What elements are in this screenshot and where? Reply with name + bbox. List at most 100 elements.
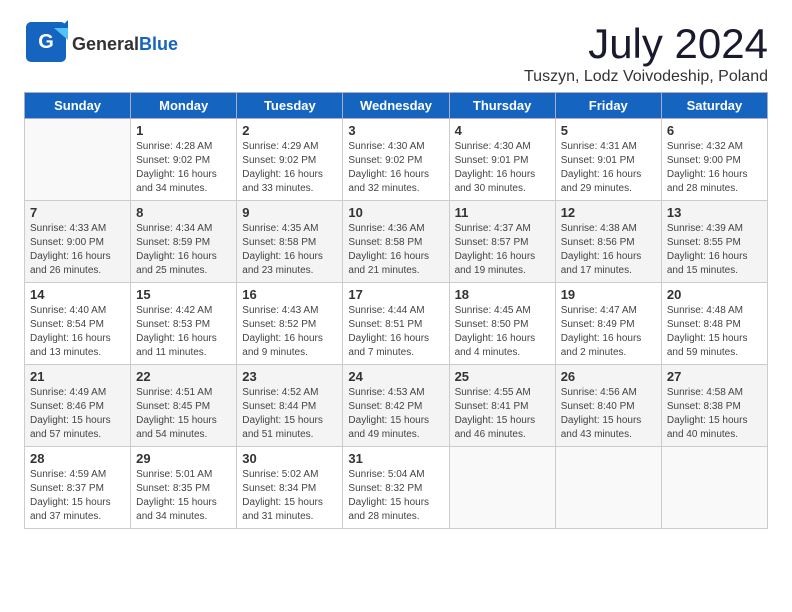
day-number: 30 bbox=[242, 451, 337, 466]
col-sunday: Sunday bbox=[25, 93, 131, 119]
table-row: 4 Sunrise: 4:30 AM Sunset: 9:01 PM Daylig… bbox=[449, 119, 555, 201]
day-content: Sunrise: 4:55 AM Sunset: 8:41 PM Dayligh… bbox=[455, 386, 550, 442]
calendar-week-row: 7 Sunrise: 4:33 AM Sunset: 9:00 PM Daylig… bbox=[25, 201, 768, 283]
table-row: 10 Sunrise: 4:36 AM Sunset: 8:58 PM Dayli… bbox=[343, 201, 449, 283]
table-row: 7 Sunrise: 4:33 AM Sunset: 9:00 PM Daylig… bbox=[25, 201, 131, 283]
day-number: 11 bbox=[455, 205, 550, 220]
page: G GeneralBlue July 2024 Tuszyn, Lodz Voi… bbox=[0, 0, 792, 549]
table-row: 31 Sunrise: 5:04 AM Sunset: 8:32 PM Dayli… bbox=[343, 447, 449, 529]
title-block: July 2024 Tuszyn, Lodz Voivodeship, Pola… bbox=[524, 20, 768, 86]
calendar-header-row: Sunday Monday Tuesday Wednesday Thursday… bbox=[25, 93, 768, 119]
table-row: 19Sunrise: 4:47 AM Sunset: 8:49 PM Dayli… bbox=[555, 283, 661, 365]
day-number: 5 bbox=[561, 123, 656, 138]
day-number: 7 bbox=[30, 205, 125, 220]
table-row: 21 Sunrise: 4:49 AM Sunset: 8:46 PM Dayli… bbox=[25, 365, 131, 447]
day-number: 6 bbox=[667, 123, 762, 138]
day-number: 15 bbox=[136, 287, 231, 302]
calendar-body: 1 Sunrise: 4:28 AM Sunset: 9:02 PM Daylig… bbox=[25, 119, 768, 529]
logo-text: GeneralBlue bbox=[72, 35, 178, 55]
col-friday: Friday bbox=[555, 93, 661, 119]
day-content: Sunrise: 4:30 AM Sunset: 9:01 PM Dayligh… bbox=[455, 140, 550, 196]
col-saturday: Saturday bbox=[661, 93, 767, 119]
day-number: 29 bbox=[136, 451, 231, 466]
table-row: 13 Sunrise: 4:39 AM Sunset: 8:55 PM Dayli… bbox=[661, 201, 767, 283]
day-content: Sunrise: 5:04 AM Sunset: 8:32 PM Dayligh… bbox=[348, 468, 443, 524]
calendar-week-row: 21 Sunrise: 4:49 AM Sunset: 8:46 PM Dayli… bbox=[25, 365, 768, 447]
table-row: 30Sunrise: 5:02 AM Sunset: 8:34 PM Dayli… bbox=[237, 447, 343, 529]
header: G GeneralBlue July 2024 Tuszyn, Lodz Voi… bbox=[24, 20, 768, 86]
day-number: 2 bbox=[242, 123, 337, 138]
day-number: 10 bbox=[348, 205, 443, 220]
day-number: 3 bbox=[348, 123, 443, 138]
table-row: 8Sunrise: 4:34 AM Sunset: 8:59 PM Daylig… bbox=[131, 201, 237, 283]
table-row: 20 Sunrise: 4:48 AM Sunset: 8:48 PM Dayli… bbox=[661, 283, 767, 365]
table-row: 6Sunrise: 4:32 AM Sunset: 9:00 PM Daylig… bbox=[661, 119, 767, 201]
day-content: Sunrise: 4:52 AM Sunset: 8:44 PM Dayligh… bbox=[242, 386, 337, 442]
logo-icon: G bbox=[24, 20, 68, 69]
table-row: 24 Sunrise: 4:53 AM Sunset: 8:42 PM Dayli… bbox=[343, 365, 449, 447]
month-title: July 2024 bbox=[524, 20, 768, 68]
day-number: 12 bbox=[561, 205, 656, 220]
day-number: 8 bbox=[136, 205, 231, 220]
day-number: 13 bbox=[667, 205, 762, 220]
day-number: 19 bbox=[561, 287, 656, 302]
table-row bbox=[25, 119, 131, 201]
col-thursday: Thursday bbox=[449, 93, 555, 119]
day-number: 22 bbox=[136, 369, 231, 384]
day-content: Sunrise: 4:35 AM Sunset: 8:58 PM Dayligh… bbox=[242, 222, 337, 278]
day-number: 1 bbox=[136, 123, 231, 138]
table-row: 23Sunrise: 4:52 AM Sunset: 8:44 PM Dayli… bbox=[237, 365, 343, 447]
day-number: 31 bbox=[348, 451, 443, 466]
day-content: Sunrise: 4:30 AM Sunset: 9:02 PM Dayligh… bbox=[348, 140, 443, 196]
day-number: 14 bbox=[30, 287, 125, 302]
day-content: Sunrise: 4:59 AM Sunset: 8:37 PM Dayligh… bbox=[30, 468, 125, 524]
table-row: 11Sunrise: 4:37 AM Sunset: 8:57 PM Dayli… bbox=[449, 201, 555, 283]
day-number: 25 bbox=[455, 369, 550, 384]
table-row: 17Sunrise: 4:44 AM Sunset: 8:51 PM Dayli… bbox=[343, 283, 449, 365]
day-number: 21 bbox=[30, 369, 125, 384]
day-content: Sunrise: 4:53 AM Sunset: 8:42 PM Dayligh… bbox=[348, 386, 443, 442]
day-number: 24 bbox=[348, 369, 443, 384]
day-content: Sunrise: 4:44 AM Sunset: 8:51 PM Dayligh… bbox=[348, 304, 443, 360]
svg-text:G: G bbox=[38, 31, 54, 53]
table-row: 29Sunrise: 5:01 AM Sunset: 8:35 PM Dayli… bbox=[131, 447, 237, 529]
location-subtitle: Tuszyn, Lodz Voivodeship, Poland bbox=[524, 68, 768, 86]
table-row: 18Sunrise: 4:45 AM Sunset: 8:50 PM Dayli… bbox=[449, 283, 555, 365]
day-content: Sunrise: 4:36 AM Sunset: 8:58 PM Dayligh… bbox=[348, 222, 443, 278]
table-row: 28 Sunrise: 4:59 AM Sunset: 8:37 PM Dayli… bbox=[25, 447, 131, 529]
day-number: 26 bbox=[561, 369, 656, 384]
table-row: 14 Sunrise: 4:40 AM Sunset: 8:54 PM Dayli… bbox=[25, 283, 131, 365]
table-row: 2 Sunrise: 4:29 AM Sunset: 9:02 PM Daylig… bbox=[237, 119, 343, 201]
table-row: 27Sunrise: 4:58 AM Sunset: 8:38 PM Dayli… bbox=[661, 365, 767, 447]
calendar-week-row: 1 Sunrise: 4:28 AM Sunset: 9:02 PM Daylig… bbox=[25, 119, 768, 201]
table-row bbox=[449, 447, 555, 529]
day-content: Sunrise: 4:56 AM Sunset: 8:40 PM Dayligh… bbox=[561, 386, 656, 442]
day-number: 9 bbox=[242, 205, 337, 220]
day-content: Sunrise: 4:29 AM Sunset: 9:02 PM Dayligh… bbox=[242, 140, 337, 196]
day-content: Sunrise: 4:38 AM Sunset: 8:56 PM Dayligh… bbox=[561, 222, 656, 278]
table-row: 9 Sunrise: 4:35 AM Sunset: 8:58 PM Daylig… bbox=[237, 201, 343, 283]
day-content: Sunrise: 4:40 AM Sunset: 8:54 PM Dayligh… bbox=[30, 304, 125, 360]
table-row: 22Sunrise: 4:51 AM Sunset: 8:45 PM Dayli… bbox=[131, 365, 237, 447]
logo-blue: Blue bbox=[139, 34, 178, 54]
table-row: 1 Sunrise: 4:28 AM Sunset: 9:02 PM Daylig… bbox=[131, 119, 237, 201]
table-row: 16Sunrise: 4:43 AM Sunset: 8:52 PM Dayli… bbox=[237, 283, 343, 365]
day-content: Sunrise: 4:49 AM Sunset: 8:46 PM Dayligh… bbox=[30, 386, 125, 442]
col-wednesday: Wednesday bbox=[343, 93, 449, 119]
day-content: Sunrise: 4:48 AM Sunset: 8:48 PM Dayligh… bbox=[667, 304, 762, 360]
calendar-week-row: 28 Sunrise: 4:59 AM Sunset: 8:37 PM Dayli… bbox=[25, 447, 768, 529]
day-content: Sunrise: 4:28 AM Sunset: 9:02 PM Dayligh… bbox=[136, 140, 231, 196]
day-number: 20 bbox=[667, 287, 762, 302]
table-row: 26 Sunrise: 4:56 AM Sunset: 8:40 PM Dayli… bbox=[555, 365, 661, 447]
day-content: Sunrise: 4:39 AM Sunset: 8:55 PM Dayligh… bbox=[667, 222, 762, 278]
day-number: 18 bbox=[455, 287, 550, 302]
calendar-week-row: 14 Sunrise: 4:40 AM Sunset: 8:54 PM Dayli… bbox=[25, 283, 768, 365]
day-content: Sunrise: 4:33 AM Sunset: 9:00 PM Dayligh… bbox=[30, 222, 125, 278]
table-row: 15 Sunrise: 4:42 AM Sunset: 8:53 PM Dayli… bbox=[131, 283, 237, 365]
col-monday: Monday bbox=[131, 93, 237, 119]
day-number: 4 bbox=[455, 123, 550, 138]
table-row bbox=[555, 447, 661, 529]
day-content: Sunrise: 4:42 AM Sunset: 8:53 PM Dayligh… bbox=[136, 304, 231, 360]
day-number: 28 bbox=[30, 451, 125, 466]
day-content: Sunrise: 4:43 AM Sunset: 8:52 PM Dayligh… bbox=[242, 304, 337, 360]
